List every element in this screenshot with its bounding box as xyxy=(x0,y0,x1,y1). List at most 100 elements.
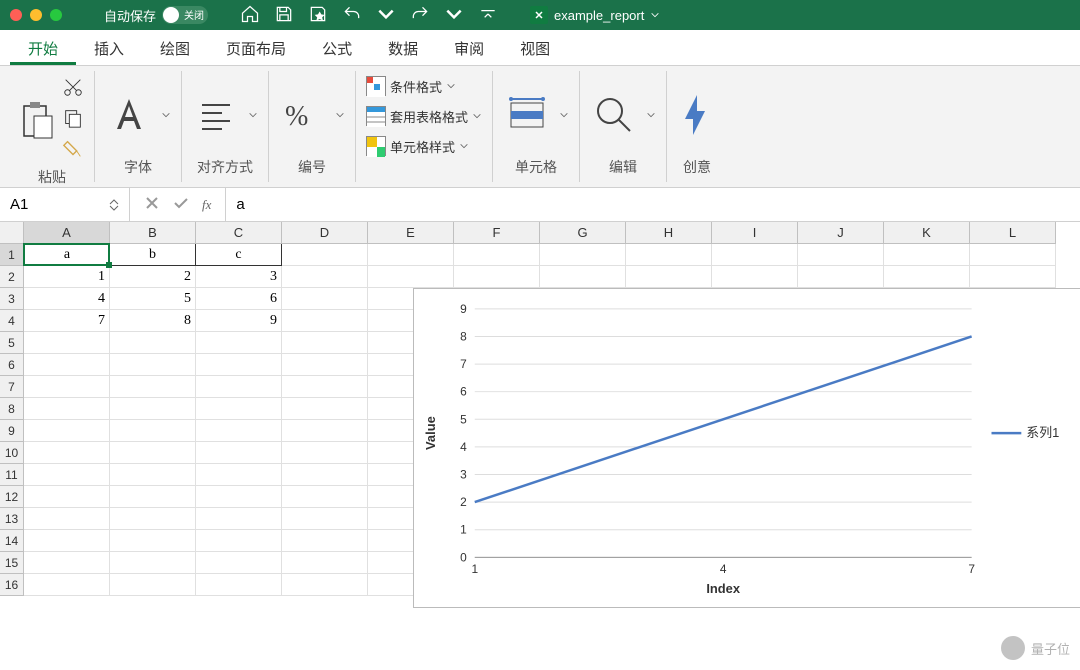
cell[interactable] xyxy=(196,332,282,354)
cell[interactable] xyxy=(110,398,196,420)
cancel-formula-icon[interactable] xyxy=(144,195,160,214)
cell[interactable]: a xyxy=(24,244,110,266)
cell[interactable] xyxy=(368,266,454,288)
cell[interactable] xyxy=(970,244,1056,266)
chevron-down-icon[interactable] xyxy=(335,110,345,120)
font-button[interactable] xyxy=(105,91,153,139)
tab-开始[interactable]: 开始 xyxy=(10,30,76,65)
cell[interactable] xyxy=(282,310,368,332)
cell[interactable] xyxy=(196,442,282,464)
cell[interactable] xyxy=(196,464,282,486)
chevron-down-icon[interactable] xyxy=(248,110,258,120)
save-icon[interactable] xyxy=(274,4,294,27)
maximize-window-button[interactable] xyxy=(50,9,62,21)
chevron-down-icon[interactable] xyxy=(559,110,569,120)
cell[interactable]: 9 xyxy=(196,310,282,332)
cell[interactable] xyxy=(712,266,798,288)
find-button[interactable] xyxy=(590,91,638,139)
select-all-corner[interactable] xyxy=(0,222,24,244)
embedded-chart[interactable]: 0123456789147IndexValue系列1 xyxy=(413,288,1080,608)
row-header-14[interactable]: 14 xyxy=(0,530,24,552)
cell[interactable]: 4 xyxy=(24,288,110,310)
cell[interactable] xyxy=(24,530,110,552)
cell[interactable] xyxy=(24,420,110,442)
close-window-button[interactable] xyxy=(10,9,22,21)
cell[interactable] xyxy=(24,398,110,420)
row-header-6[interactable]: 6 xyxy=(0,354,24,376)
col-header-D[interactable]: D xyxy=(282,222,368,244)
cell[interactable] xyxy=(282,376,368,398)
minimize-window-button[interactable] xyxy=(30,9,42,21)
cell[interactable] xyxy=(282,244,368,266)
cell[interactable] xyxy=(24,332,110,354)
cell[interactable]: 3 xyxy=(196,266,282,288)
cell[interactable] xyxy=(110,332,196,354)
cell[interactable] xyxy=(970,266,1056,288)
row-header-5[interactable]: 5 xyxy=(0,332,24,354)
cell[interactable] xyxy=(24,442,110,464)
cell[interactable]: 1 xyxy=(24,266,110,288)
accept-formula-icon[interactable] xyxy=(172,194,190,215)
cell[interactable] xyxy=(884,266,970,288)
cell[interactable] xyxy=(884,244,970,266)
cell[interactable] xyxy=(24,486,110,508)
cell[interactable]: b xyxy=(110,244,196,266)
chevron-down-icon[interactable] xyxy=(650,10,660,20)
cell[interactable] xyxy=(282,332,368,354)
cell[interactable] xyxy=(798,266,884,288)
name-box[interactable]: A1 xyxy=(0,188,130,221)
name-box-spinner[interactable] xyxy=(109,199,119,211)
cell-style-button[interactable]: 单元格样式 xyxy=(366,136,482,156)
cell[interactable] xyxy=(454,244,540,266)
col-header-F[interactable]: F xyxy=(454,222,540,244)
cell[interactable] xyxy=(110,420,196,442)
cell[interactable] xyxy=(282,354,368,376)
cell[interactable] xyxy=(368,244,454,266)
col-header-C[interactable]: C xyxy=(196,222,282,244)
cell[interactable] xyxy=(540,266,626,288)
cell[interactable]: 5 xyxy=(110,288,196,310)
cell[interactable] xyxy=(110,354,196,376)
cell[interactable] xyxy=(196,508,282,530)
chevron-down-icon[interactable] xyxy=(161,110,171,120)
tab-审阅[interactable]: 审阅 xyxy=(436,30,502,65)
cell[interactable] xyxy=(24,376,110,398)
cell[interactable] xyxy=(454,266,540,288)
row-header-11[interactable]: 11 xyxy=(0,464,24,486)
copy-icon[interactable] xyxy=(62,107,84,132)
row-header-3[interactable]: 3 xyxy=(0,288,24,310)
autosave-toggle[interactable]: 关闭 xyxy=(162,6,208,24)
cell[interactable] xyxy=(282,552,368,574)
cell[interactable] xyxy=(196,376,282,398)
chevron-down-icon[interactable] xyxy=(376,4,396,27)
cell[interactable]: c xyxy=(196,244,282,266)
undo-icon[interactable] xyxy=(342,4,362,27)
cell[interactable] xyxy=(110,574,196,596)
tab-绘图[interactable]: 绘图 xyxy=(142,30,208,65)
cell[interactable] xyxy=(282,420,368,442)
col-header-K[interactable]: K xyxy=(884,222,970,244)
fx-icon[interactable]: fx xyxy=(202,197,211,213)
cell[interactable] xyxy=(24,354,110,376)
cell[interactable] xyxy=(196,574,282,596)
cell[interactable] xyxy=(110,376,196,398)
cell[interactable]: 8 xyxy=(110,310,196,332)
cell[interactable] xyxy=(110,530,196,552)
save-as-icon[interactable] xyxy=(308,4,328,27)
cell[interactable] xyxy=(110,442,196,464)
tab-插入[interactable]: 插入 xyxy=(76,30,142,65)
cell[interactable] xyxy=(196,530,282,552)
tab-页面布局[interactable]: 页面布局 xyxy=(208,30,304,65)
col-header-A[interactable]: A xyxy=(24,222,110,244)
cells-area[interactable]: abc123456789 0123456789147IndexValue系列1 xyxy=(24,244,1056,596)
cell[interactable] xyxy=(196,552,282,574)
number-format-button[interactable]: % xyxy=(279,91,327,139)
col-header-G[interactable]: G xyxy=(540,222,626,244)
tab-公式[interactable]: 公式 xyxy=(304,30,370,65)
cell[interactable] xyxy=(282,288,368,310)
cell[interactable] xyxy=(110,508,196,530)
cell[interactable] xyxy=(196,398,282,420)
row-header-16[interactable]: 16 xyxy=(0,574,24,596)
row-header-8[interactable]: 8 xyxy=(0,398,24,420)
cell[interactable] xyxy=(24,574,110,596)
